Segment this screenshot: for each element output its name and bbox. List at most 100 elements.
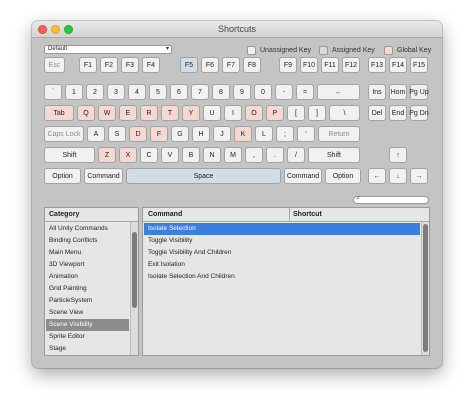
key-d5[interactable]: 5 <box>149 84 167 100</box>
key-loption[interactable]: Option <box>44 168 81 184</box>
key-x[interactable]: X <box>119 147 137 163</box>
key-quote[interactable]: ' <box>297 126 315 142</box>
command-row[interactable]: Exit Isolation <box>144 259 420 271</box>
key-q[interactable]: Q <box>77 105 95 121</box>
key-f5[interactable]: F5 <box>180 57 198 73</box>
key-f6[interactable]: F6 <box>201 57 219 73</box>
key-f[interactable]: F <box>150 126 168 142</box>
command-scroll-thumb[interactable] <box>423 224 428 352</box>
key-d[interactable]: D <box>129 126 147 142</box>
key-y[interactable]: Y <box>182 105 200 121</box>
key-capslock[interactable]: Caps Lock <box>44 126 84 142</box>
command-row[interactable]: Toggle Visibility <box>144 235 420 247</box>
key-left[interactable]: ← <box>368 168 386 184</box>
category-item[interactable]: 3D Viewport <box>46 259 129 271</box>
key-equals[interactable]: = <box>296 84 314 100</box>
key-up[interactable]: ↑ <box>389 147 407 163</box>
key-d4[interactable]: 4 <box>128 84 146 100</box>
command-row[interactable]: Isolate Selection And Children <box>144 271 420 283</box>
key-ins[interactable]: Ins <box>368 84 386 100</box>
key-return[interactable]: Return <box>318 126 360 142</box>
key-pgup[interactable]: Pg Up <box>409 84 429 100</box>
category-item[interactable]: All Unity Commands <box>46 223 129 235</box>
key-j[interactable]: J <box>213 126 231 142</box>
category-item[interactable]: Binding Conflicts <box>46 235 129 247</box>
key-r[interactable]: R <box>140 105 158 121</box>
key-space[interactable]: Space <box>126 168 281 184</box>
key-b[interactable]: B <box>182 147 200 163</box>
key-lcommand[interactable]: Command <box>84 168 123 184</box>
key-period[interactable]: . <box>266 147 284 163</box>
key-tab[interactable]: Tab <box>44 105 74 121</box>
key-rbracket[interactable]: ] <box>308 105 326 121</box>
key-minus[interactable]: - <box>275 84 293 100</box>
key-g[interactable]: G <box>171 126 189 142</box>
key-p[interactable]: P <box>266 105 284 121</box>
key-f13[interactable]: F13 <box>368 57 386 73</box>
category-item[interactable]: Scene Visibility <box>46 319 129 331</box>
category-item[interactable]: ParticleSystem <box>46 295 129 307</box>
key-del[interactable]: Del <box>368 105 386 121</box>
key-d0[interactable]: 0 <box>254 84 272 100</box>
key-d6[interactable]: 6 <box>170 84 188 100</box>
category-item[interactable]: Animation <box>46 271 129 283</box>
key-d1[interactable]: 1 <box>65 84 83 100</box>
key-d7[interactable]: 7 <box>191 84 209 100</box>
key-s[interactable]: S <box>108 126 126 142</box>
key-f14[interactable]: F14 <box>389 57 407 73</box>
key-o[interactable]: O <box>245 105 263 121</box>
key-slash[interactable]: / <box>287 147 305 163</box>
key-comma[interactable]: , <box>245 147 263 163</box>
key-l[interactable]: L <box>255 126 273 142</box>
key-end[interactable]: End <box>389 105 407 121</box>
key-h[interactable]: H <box>192 126 210 142</box>
command-scrollbar[interactable] <box>421 222 429 355</box>
key-f4[interactable]: F4 <box>142 57 160 73</box>
key-u[interactable]: U <box>203 105 221 121</box>
command-row[interactable]: Toggle Visibility And Children <box>144 247 420 259</box>
key-f12[interactable]: F12 <box>342 57 360 73</box>
key-d8[interactable]: 8 <box>212 84 230 100</box>
key-semicolon[interactable]: ; <box>276 126 294 142</box>
key-rcommand[interactable]: Command <box>284 168 322 184</box>
key-d2[interactable]: 2 <box>86 84 104 100</box>
category-scroll-thumb[interactable] <box>132 232 137 308</box>
key-backspace[interactable]: ← <box>317 84 360 100</box>
key-k[interactable]: K <box>234 126 252 142</box>
key-backquote[interactable]: ` <box>44 84 62 100</box>
key-w[interactable]: W <box>98 105 116 121</box>
category-item[interactable]: Scene View <box>46 307 129 319</box>
category-item[interactable]: Sprite Editor <box>46 331 129 343</box>
key-pgdn[interactable]: Pg Dn <box>409 105 429 121</box>
key-f8[interactable]: F8 <box>243 57 261 73</box>
key-rshift[interactable]: Shift <box>308 147 360 163</box>
key-e[interactable]: E <box>119 105 137 121</box>
key-esc[interactable]: Esc <box>44 57 65 73</box>
key-f10[interactable]: F10 <box>300 57 318 73</box>
command-row[interactable]: Isolate Selection <box>144 223 420 235</box>
key-f15[interactable]: F15 <box>410 57 428 73</box>
key-f7[interactable]: F7 <box>222 57 240 73</box>
key-a[interactable]: A <box>87 126 105 142</box>
key-d3[interactable]: 3 <box>107 84 125 100</box>
key-f11[interactable]: F11 <box>321 57 339 73</box>
key-lbracket[interactable]: [ <box>287 105 305 121</box>
key-f2[interactable]: F2 <box>100 57 118 73</box>
key-m[interactable]: M <box>224 147 242 163</box>
category-scrollbar[interactable] <box>130 222 138 355</box>
key-home[interactable]: Hom <box>389 84 407 100</box>
key-f1[interactable]: F1 <box>79 57 97 73</box>
key-v[interactable]: V <box>161 147 179 163</box>
category-item[interactable]: Grid Painting <box>46 283 129 295</box>
category-item[interactable]: Stage <box>46 343 129 355</box>
key-right[interactable]: → <box>410 168 428 184</box>
key-roption[interactable]: Option <box>325 168 361 184</box>
search-field[interactable]: ⌕ <box>353 195 429 204</box>
key-z[interactable]: Z <box>98 147 116 163</box>
key-d9[interactable]: 9 <box>233 84 251 100</box>
key-i[interactable]: I <box>224 105 242 121</box>
category-item[interactable]: Main Menu <box>46 247 129 259</box>
key-backslash[interactable]: \ <box>329 105 360 121</box>
profile-dropdown[interactable]: Default ▾ <box>44 45 172 54</box>
key-n[interactable]: N <box>203 147 221 163</box>
